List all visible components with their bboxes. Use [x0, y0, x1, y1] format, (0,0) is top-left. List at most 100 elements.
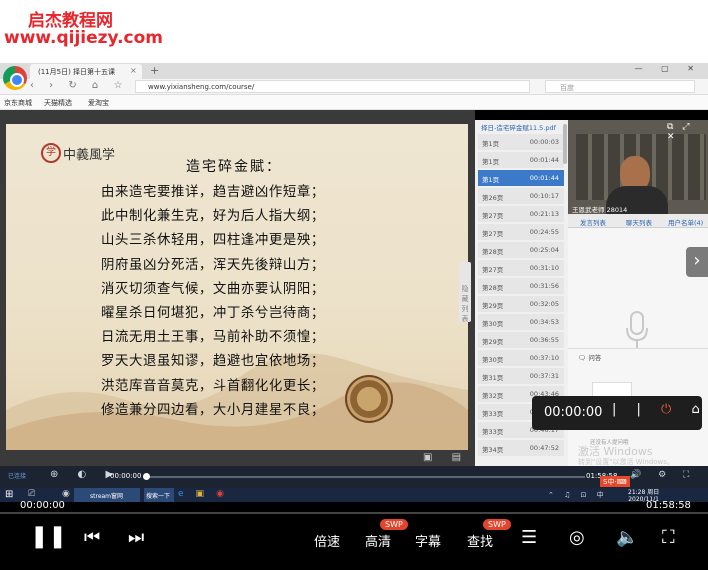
qa-label[interactable]: 🗨 问答 [578, 352, 601, 362]
poem-line: 修造兼分四边看，大小月建星不良； [101, 402, 325, 418]
inner-progress-track[interactable] [145, 476, 585, 478]
taskbar-item-search[interactable]: 搜索一下 [144, 488, 174, 502]
subtitle-button[interactable]: 字幕 [415, 531, 441, 550]
page-number: 第29页 [482, 302, 504, 310]
recorder-time: 00:00:00 [544, 405, 603, 420]
quality-button[interactable]: 高清 [365, 531, 391, 550]
swp-badge: SWP [380, 519, 408, 530]
taskbar-item-stream[interactable]: stream窗网 [74, 488, 140, 502]
page-timestamp: 00:01:44 [529, 174, 559, 182]
page-list-row[interactable]: 第31页 00:37:31 [478, 368, 564, 384]
microphone-icon [626, 311, 648, 348]
recorder-pause-icon[interactable]: | | [612, 402, 649, 417]
page-number: 第34页 [482, 446, 504, 454]
volume-icon[interactable]: 🔈 [616, 527, 638, 548]
page-timestamp: 00:47:52 [529, 444, 559, 452]
playlist-icon[interactable]: ☰ [521, 527, 537, 548]
pause-icon[interactable]: ❚❚ [30, 524, 67, 549]
page-timestamp: 00:31:10 [529, 264, 559, 272]
page-list-row[interactable]: 第1页 00:01:44 [478, 152, 564, 168]
swp-badge: SWP [483, 519, 511, 530]
page-number: 第1页 [482, 176, 500, 184]
search-button[interactable]: 查找 [467, 531, 493, 550]
tab-chat[interactable]: 聊天列表 [626, 217, 652, 227]
page-number: 第26页 [482, 194, 504, 202]
page-number: 第32页 [482, 392, 504, 400]
recorder-controls: | | ⏻ ⌂ [612, 402, 708, 417]
page-list-row[interactable]: 第1页 00:00:03 [478, 134, 564, 150]
page-number: 第27页 [482, 212, 504, 220]
page-timestamp: 00:21:13 [529, 210, 559, 218]
page-number: 第28页 [482, 248, 504, 256]
tab-close-icon[interactable]: × [130, 66, 137, 75]
page-timestamp: 00:01:44 [529, 156, 559, 164]
page-number: 第33页 [482, 428, 504, 436]
page-list-scrollbar[interactable] [563, 124, 567, 164]
page-list-row[interactable]: 第29页 00:32:05 [478, 296, 564, 312]
page-number: 第27页 [482, 266, 504, 274]
window-controls[interactable]: — ▢ ✕ [635, 64, 702, 73]
inner-volume-icons[interactable]: 🔊 ⚙ ⛶ [630, 470, 696, 480]
collapse-list-button[interactable]: 隐藏列表 [459, 262, 471, 323]
edge-icon[interactable]: e [178, 489, 196, 499]
screen: 启杰教程网 www.qijiezy.com (11月5日) 择日第十五课 × +… [0, 0, 708, 570]
target-icon[interactable]: ◎ [569, 527, 585, 548]
page-number: 第30页 [482, 320, 504, 328]
page-list-row[interactable]: 第29页 00:36:55 [478, 332, 564, 348]
page-list-row[interactable]: 第27页 00:21:13 [478, 206, 564, 222]
chrome-icon[interactable]: ◉ [216, 489, 236, 499]
nav-buttons-icon[interactable]: ‹ › ↻ ⌂ ☆ [30, 80, 128, 91]
page-list-row[interactable]: 第30页 00:34:53 [478, 314, 564, 330]
system-tray[interactable]: ⌃ ♫ ⊡ 中 [548, 490, 608, 500]
page-list-row[interactable]: 第34页 00:47:52 [478, 440, 564, 456]
address-bar[interactable]: www.yixiansheng.com/course/ [135, 80, 530, 93]
folder-icon[interactable]: ▣ [196, 489, 217, 499]
next-arrow-icon[interactable]: › [686, 247, 708, 277]
taskbar-apps[interactable]: e▣◉ [178, 489, 236, 499]
poem-line: 消灭切须查气候，文曲亦要认阴阳； [101, 281, 325, 297]
page-list-row[interactable]: 第30页 00:37:10 [478, 350, 564, 366]
page-timestamp: 00:25:04 [529, 246, 559, 254]
page-timestamp: 00:24:55 [529, 228, 559, 236]
watermark-header: 启杰教程网 www.qijiezy.com [0, 0, 708, 63]
page-timestamp: 00:32:05 [529, 300, 559, 308]
bookmark-taobao[interactable]: 爱淘宝 [88, 98, 109, 108]
poem-line: 山头三杀休轻用，四柱逢冲更是殃； [101, 233, 325, 249]
page-number: 第27页 [482, 230, 504, 238]
camera-window-icons[interactable]: ⧉ ⤢ ✕ [667, 122, 708, 142]
browser-logo-icon[interactable] [3, 66, 27, 90]
inner-current-time: 00:00:00 [110, 472, 142, 480]
page-list-row[interactable]: 第28页 00:25:04 [478, 242, 564, 258]
new-tab-button[interactable]: + [150, 64, 159, 77]
tab-users[interactable]: 用户名单(4) [668, 217, 703, 227]
player-progress-track[interactable] [0, 512, 708, 514]
previous-icon[interactable]: ⏮ [84, 527, 100, 548]
search-input[interactable]: 百度 [545, 80, 695, 93]
recorder-stop-icon[interactable]: ⏻ [661, 402, 679, 417]
inner-progress-knob[interactable] [143, 473, 150, 480]
divider [568, 348, 708, 349]
start-icon[interactable]: ⊞ [5, 489, 13, 500]
browser-tab[interactable]: (11月5日) 择日第十五课 [30, 64, 142, 79]
page-list-row[interactable]: 第27页 00:24:55 [478, 224, 564, 240]
recorder-home-icon[interactable]: ⌂ [691, 402, 707, 417]
poem-line: 阴府虽凶分死活，浑天先後辩山方； [101, 257, 325, 273]
bookmark-tmall[interactable]: 天猫精选 [44, 98, 72, 108]
page-list-row[interactable]: 第27页 00:31:10 [478, 260, 564, 276]
page-list-row[interactable]: 第26页 00:10:17 [478, 188, 564, 204]
poem-line: 由来造宅要推详，趋吉避凶作短章； [101, 185, 325, 200]
page-list-row[interactable]: 第28页 00:31:56 [478, 278, 564, 294]
poem-body: 由来造宅要推详，趋吉避凶作短章； 此中制化兼生克，好为后人指大纲； 山头三杀休轻… [101, 180, 381, 422]
page-number: 第28页 [482, 284, 504, 292]
speed-button[interactable]: 倍速 [314, 531, 340, 550]
page-timestamp: 00:00:03 [529, 138, 559, 146]
page-timestamp: 00:31:56 [529, 282, 559, 290]
fullscreen-icon[interactable]: ⛶ [662, 527, 675, 548]
page-number: 第1页 [482, 140, 500, 148]
ime-indicator[interactable]: S中·⌨ [600, 476, 630, 487]
poem-line: 曜星杀日何堪犯，冲丁杀兮岂待商； [101, 305, 325, 321]
bookmark-jd[interactable]: 京东商城 [4, 98, 32, 108]
next-icon[interactable]: ⏭ [128, 527, 144, 548]
page-list-row[interactable]: 第1页 00:01:44 [478, 170, 564, 186]
tab-speakers[interactable]: 发言列表 [580, 217, 606, 227]
